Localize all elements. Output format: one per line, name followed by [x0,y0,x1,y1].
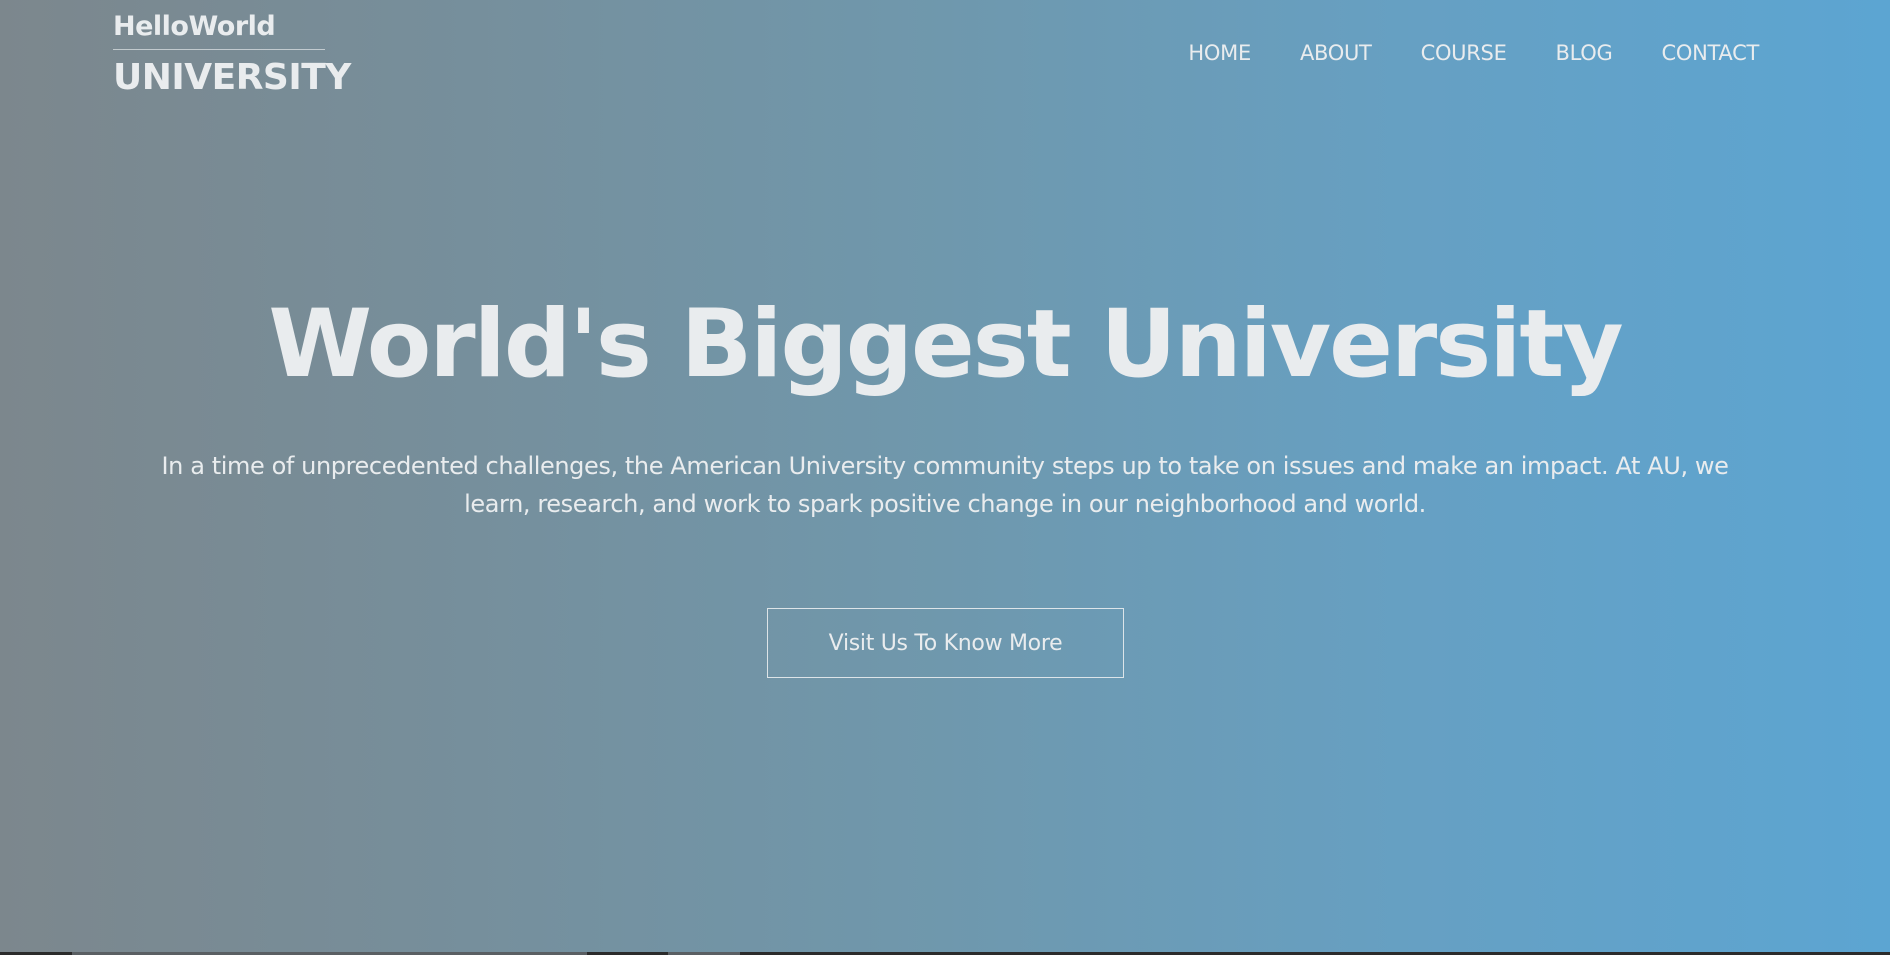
hero-title: World's Biggest University [268,290,1623,399]
hero-description: In a time of unprecedented challenges, t… [161,452,1729,518]
nav-item-course[interactable]: COURSE [1421,36,1507,70]
visit-us-button[interactable]: Visit Us To Know More [767,608,1124,678]
logo-text-top: HelloWorld [113,11,276,42]
nav-item-blog[interactable]: BLOG [1556,36,1613,70]
nav-item-about[interactable]: ABOUT [1300,36,1372,70]
nav-item-home[interactable]: HOME [1188,36,1251,70]
logo[interactable]: HelloWorld UNIVERSITY [113,8,351,100]
logo-text-bottom: UNIVERSITY [113,57,351,98]
hero-section: HelloWorld UNIVERSITY HOME ABOUT COURSE … [0,0,1890,952]
nav-item-contact[interactable]: CONTACT [1662,36,1760,70]
main-nav: HOME ABOUT COURSE BLOG CONTACT [1188,36,1759,70]
logo-divider [113,49,325,50]
